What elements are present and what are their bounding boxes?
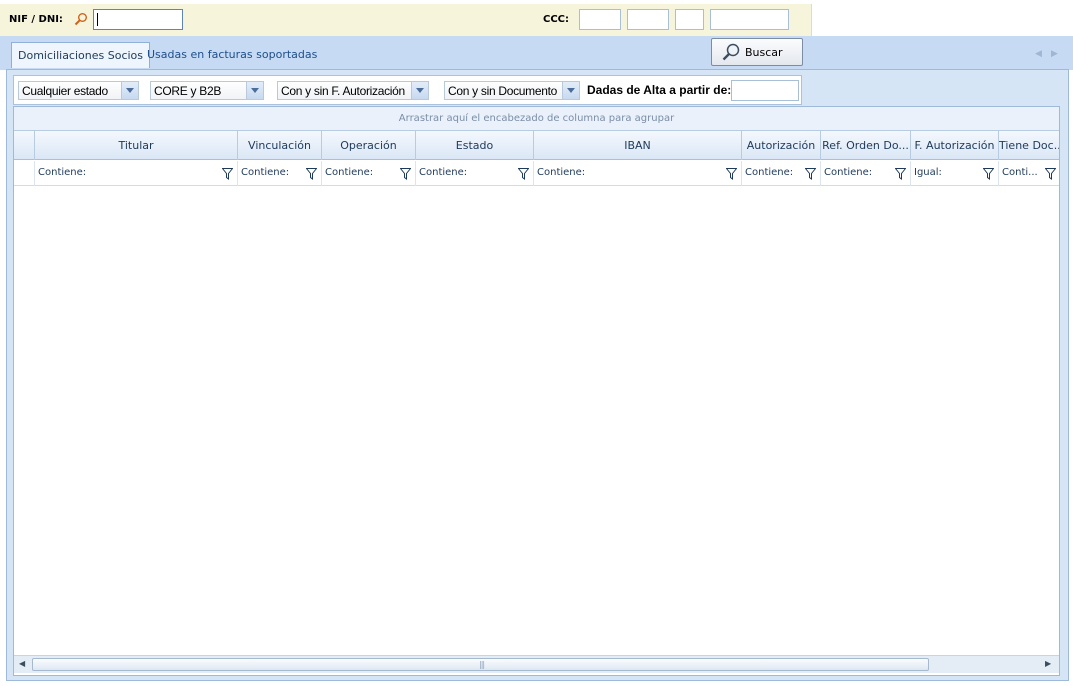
tipo-combo-value: CORE y B2B (154, 84, 222, 98)
funnel-icon[interactable] (1045, 168, 1056, 180)
ccc-dc-input[interactable] (675, 9, 704, 30)
funnel-icon[interactable] (983, 168, 994, 180)
data-grid: Arrastrar aquí el encabezado de columna … (13, 106, 1060, 676)
group-hint: Arrastrar aquí el encabezado de columna … (398, 113, 675, 124)
buscar-button[interactable]: Buscar (711, 38, 803, 66)
filter-operator: Contiene: (745, 167, 794, 178)
documento-combo-value: Con y sin Documento (448, 84, 558, 98)
autorizacion-combo[interactable]: Con y sin F. Autorización (277, 81, 429, 100)
funnel-icon[interactable] (222, 168, 233, 180)
column-header-iban[interactable]: IBAN (534, 131, 742, 160)
funnel-icon[interactable] (306, 168, 317, 180)
magnifier-icon[interactable] (74, 12, 88, 26)
ccc-label: CCC: (543, 14, 570, 25)
chevron-down-icon[interactable] (411, 82, 428, 99)
buscar-label: Buscar (745, 46, 783, 59)
filter-cell-tiene-doc[interactable]: Conti... (999, 161, 1059, 186)
filter-cell-titular[interactable]: Contiene: (35, 161, 238, 186)
alta-label: Dadas de Alta a partir de: (587, 83, 732, 97)
tipo-combo[interactable]: CORE y B2B (150, 81, 264, 100)
filter-operator: Igual: (914, 167, 942, 178)
tab-strip: Domiciliaciones Socios Usadas en factura… (0, 36, 1073, 70)
funnel-icon[interactable] (518, 168, 529, 180)
column-header-ref-orden[interactable]: Ref. Orden Do... (821, 131, 911, 160)
tab-scroll-left-icon[interactable]: ◀ (1035, 49, 1042, 59)
funnel-icon[interactable] (726, 168, 737, 180)
filter-operator: Contiene: (325, 167, 374, 178)
magnifier-icon (721, 42, 741, 62)
estado-combo-value: Cualquier estado (22, 84, 108, 98)
column-header-vinculacion[interactable]: Vinculación (238, 131, 322, 160)
filter-cell-operacion[interactable]: Contiene: (322, 161, 416, 186)
filter-operator: Contiene: (38, 167, 87, 178)
ccc-oficina-input[interactable] (627, 9, 669, 30)
chevron-down-icon[interactable] (246, 82, 263, 99)
filter-operator: Contiene: (824, 167, 873, 178)
documento-combo[interactable]: Con y sin Documento (444, 81, 580, 100)
tab-label: Domiciliaciones Socios (18, 49, 144, 62)
chevron-down-icon[interactable] (562, 82, 579, 99)
column-header-titular[interactable]: Titular (35, 131, 238, 160)
scrollbar-thumb[interactable]: ||| (32, 658, 929, 671)
filter-cell-ref-orden[interactable]: Contiene: (821, 161, 911, 186)
filter-cell-iban[interactable]: Contiene: (534, 161, 742, 186)
funnel-icon[interactable] (895, 168, 906, 180)
filter-operator: Contiene: (537, 167, 586, 178)
autorizacion-combo-value: Con y sin F. Autorización (281, 84, 405, 98)
alta-date-input[interactable] (731, 80, 799, 101)
group-panel[interactable]: Arrastrar aquí el encabezado de columna … (14, 107, 1059, 131)
column-header-tiene-doc[interactable]: Tiene Doc... (999, 131, 1059, 160)
filter-cell-estado[interactable]: Contiene: (416, 161, 534, 186)
nif-input[interactable] (93, 9, 183, 30)
funnel-icon[interactable] (805, 168, 816, 180)
filter-operator: Contiene: (241, 167, 290, 178)
ccc-entidad-input[interactable] (579, 9, 621, 30)
grip-icon: ||| (479, 660, 485, 669)
row-indicator-filter (14, 161, 35, 186)
text-caret (97, 13, 98, 26)
filter-cell-f-autorizacion[interactable]: Igual: (911, 161, 999, 186)
nif-label: NIF / DNI: (9, 14, 63, 25)
filter-operator: Conti... (1002, 167, 1038, 178)
column-header-estado[interactable]: Estado (416, 131, 534, 160)
filter-cell-vinculacion[interactable]: Contiene: (238, 161, 322, 186)
row-indicator-header (14, 131, 35, 160)
filter-operator: Contiene: (419, 167, 468, 178)
tab-scroll-right-icon[interactable]: ▶ (1051, 49, 1058, 59)
column-header-f-autorizacion[interactable]: F. Autorización (911, 131, 999, 160)
funnel-icon[interactable] (400, 168, 411, 180)
column-header-autorizacion[interactable]: Autorización (742, 131, 821, 160)
column-headers: Titular Vinculación Operación Estado IBA… (14, 131, 1059, 160)
filter-cell-autorizacion[interactable]: Contiene: (742, 161, 821, 186)
arrow-right-icon[interactable]: ▶ (1045, 659, 1051, 668)
search-bar: NIF / DNI: CCC: (0, 4, 812, 36)
estado-combo[interactable]: Cualquier estado (18, 81, 139, 100)
chevron-down-icon[interactable] (121, 82, 138, 99)
tab-usadas-facturas[interactable]: Usadas en facturas soportadas (141, 42, 323, 68)
column-filter-row: Contiene: Contiene: Contiene: Contiene: … (14, 161, 1059, 186)
column-header-operacion[interactable]: Operación (322, 131, 416, 160)
grid-body[interactable] (14, 187, 1059, 655)
ccc-cuenta-input[interactable] (710, 9, 789, 30)
tab-domiciliaciones-socios[interactable]: Domiciliaciones Socios (11, 42, 151, 68)
horizontal-scrollbar[interactable]: ◀ ||| ▶ (14, 655, 1059, 673)
arrow-left-icon[interactable]: ◀ (19, 659, 25, 668)
tab-label: Usadas en facturas soportadas (147, 48, 318, 61)
